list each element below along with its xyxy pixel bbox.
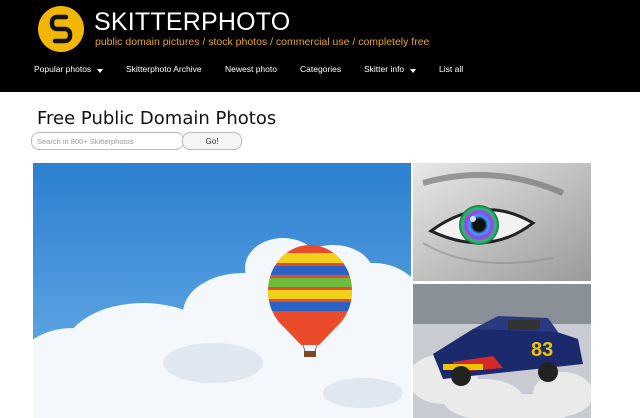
- nav-item-label: Skitter info: [364, 64, 405, 74]
- search-input[interactable]: [31, 132, 184, 150]
- nav-item-categories[interactable]: Categories: [300, 64, 341, 74]
- go-button[interactable]: Go!: [182, 132, 242, 150]
- main-nav: Popular photos Skitterphoto Archive Newe…: [0, 58, 640, 84]
- nav-item-popular-photos[interactable]: Popular photos: [34, 64, 104, 74]
- nav-item-archive[interactable]: Skitterphoto Archive: [126, 64, 202, 74]
- site-logo-icon[interactable]: [38, 6, 84, 52]
- photo-colorful-eye[interactable]: [413, 163, 591, 281]
- site-header: SKITTERPHOTO public domain pictures / st…: [0, 0, 640, 92]
- caret-down-icon: [410, 69, 417, 73]
- site-tagline: public domain pictures / stock photos / …: [95, 36, 430, 48]
- photo-race-car[interactable]: 83: [413, 284, 591, 418]
- nav-item-label: Skitterphoto Archive: [126, 64, 202, 74]
- nav-item-list-all[interactable]: List all: [439, 64, 463, 74]
- page-title: Free Public Domain Photos: [37, 108, 277, 129]
- svg-text:83: 83: [531, 339, 553, 361]
- photo-hot-air-balloon[interactable]: [33, 163, 411, 418]
- nav-item-label: Categories: [300, 64, 342, 74]
- nav-item-skitter-info[interactable]: Skitter info: [364, 64, 417, 74]
- nav-item-label: Newest photo: [225, 64, 277, 74]
- site-title[interactable]: SKITTERPHOTO: [94, 8, 290, 37]
- caret-down-icon: [97, 69, 104, 73]
- nav-item-label: List all: [439, 64, 464, 74]
- nav-item-label: Popular photos: [34, 64, 92, 74]
- nav-item-newest-photo[interactable]: Newest photo: [225, 64, 277, 74]
